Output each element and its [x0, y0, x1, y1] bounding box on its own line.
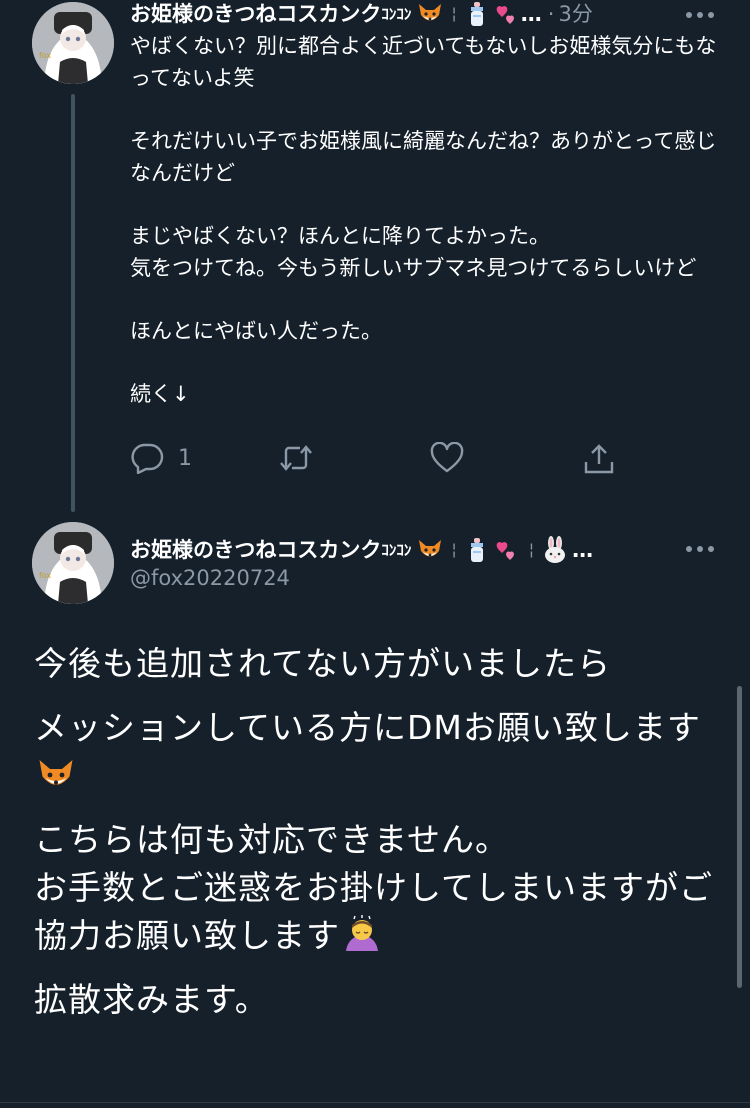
more-icon[interactable]: [686, 12, 714, 18]
tweet-paragraph: ほんとにやばい人だった。: [130, 319, 382, 343]
time-separator: ·: [547, 2, 555, 26]
avatar[interactable]: fox: [32, 522, 114, 604]
tweet-paragraph: 今後も追加されてない方がいましたら: [34, 644, 612, 683]
name-truncation: …: [572, 538, 594, 562]
divider: [0, 1102, 750, 1103]
share-button[interactable]: [582, 442, 616, 476]
name-suffix: ｺﾝｺﾝ: [381, 541, 412, 559]
separator-bar: ¦: [451, 4, 457, 23]
reply-tweet-text: やばくない？別に都合よく近づいてもないしお姫様気分にもなってないよ笑 それだけい…: [130, 30, 725, 441]
avatar-image: fox: [32, 2, 114, 84]
fox-emoji-icon: [419, 540, 442, 557]
scrollbar[interactable]: [737, 686, 742, 988]
baby-bottle-icon: [470, 538, 483, 562]
like-button[interactable]: [430, 442, 464, 474]
baby-bottle-icon: [470, 2, 483, 26]
separator-bar: ¦: [451, 540, 457, 559]
display-name[interactable]: お姫様のきつねコスカンク: [130, 0, 381, 28]
reply-icon: [131, 443, 164, 474]
thread-connector-line: [71, 94, 75, 512]
two-hearts-icon: [496, 542, 514, 560]
tweet-paragraph: メッションしている方にDMお願い致します: [34, 704, 724, 800]
tweet-paragraph: こちらは何も対応できません。 お手数とご迷惑をお掛けしてしまいますがご協力お願い…: [34, 816, 724, 960]
tweet-paragraph: やばくない？別に都合よく近づいてもないしお姫様気分にもなってないよ笑: [130, 34, 717, 90]
fox-emoji-icon: [39, 760, 73, 785]
tweet-paragraph: 拡散求みます。: [34, 980, 269, 1019]
name-truncation: …: [520, 2, 542, 26]
reply-count: 1: [178, 445, 192, 471]
continued-marker: 続く↓: [130, 382, 190, 406]
name-suffix: ｺﾝｺﾝ: [381, 5, 412, 23]
display-name[interactable]: お姫様のきつねコスカンク: [130, 536, 381, 564]
tweet-paragraph: それだけいい子でお姫様風に綺麗なんだね？ありがとって感じなんだけど: [130, 129, 717, 185]
rabbit-icon: [545, 536, 566, 563]
name-emojis: ¦ ¦: [417, 536, 568, 564]
tweet-paragraph: まじやばくない？ほんとに降りてよかった。 気をつけてね。今もう新しいサブマネ見つ…: [130, 224, 697, 280]
like-icon: [430, 442, 464, 473]
timestamp[interactable]: 3分: [558, 0, 592, 28]
svg-text:fox: fox: [39, 571, 51, 580]
separator-bar: ¦: [528, 540, 535, 559]
reply-button[interactable]: 1: [130, 442, 192, 474]
user-handle[interactable]: @fox20220724: [130, 566, 290, 590]
fox-emoji-icon: [419, 4, 442, 21]
name-emojis: ¦: [417, 0, 520, 28]
retweet-button[interactable]: [278, 442, 314, 474]
retweet-icon: [280, 445, 312, 471]
main-name-row: お姫様のきつねコスカンク ｺﾝｺﾝ ¦ ¦ …: [130, 536, 593, 564]
avatar-image: fox: [32, 522, 114, 604]
main-tweet-text: 今後も追加されてない方がいましたら メッションしている方にDMお願い致します こ…: [34, 640, 724, 1040]
two-hearts-icon: [496, 6, 514, 24]
share-icon: [584, 444, 614, 474]
avatar[interactable]: fox: [32, 2, 114, 84]
tweet-actions: 1: [130, 442, 630, 482]
reply-name-row: お姫様のきつねコスカンク ｺﾝｺﾝ ¦ … · 3分: [130, 0, 593, 28]
more-icon[interactable]: [686, 546, 714, 552]
tweet-paragraph-text: メッションしている方にDMお願い致します: [34, 708, 701, 747]
bowing-person-icon: [346, 915, 378, 951]
svg-text:fox: fox: [39, 51, 51, 60]
